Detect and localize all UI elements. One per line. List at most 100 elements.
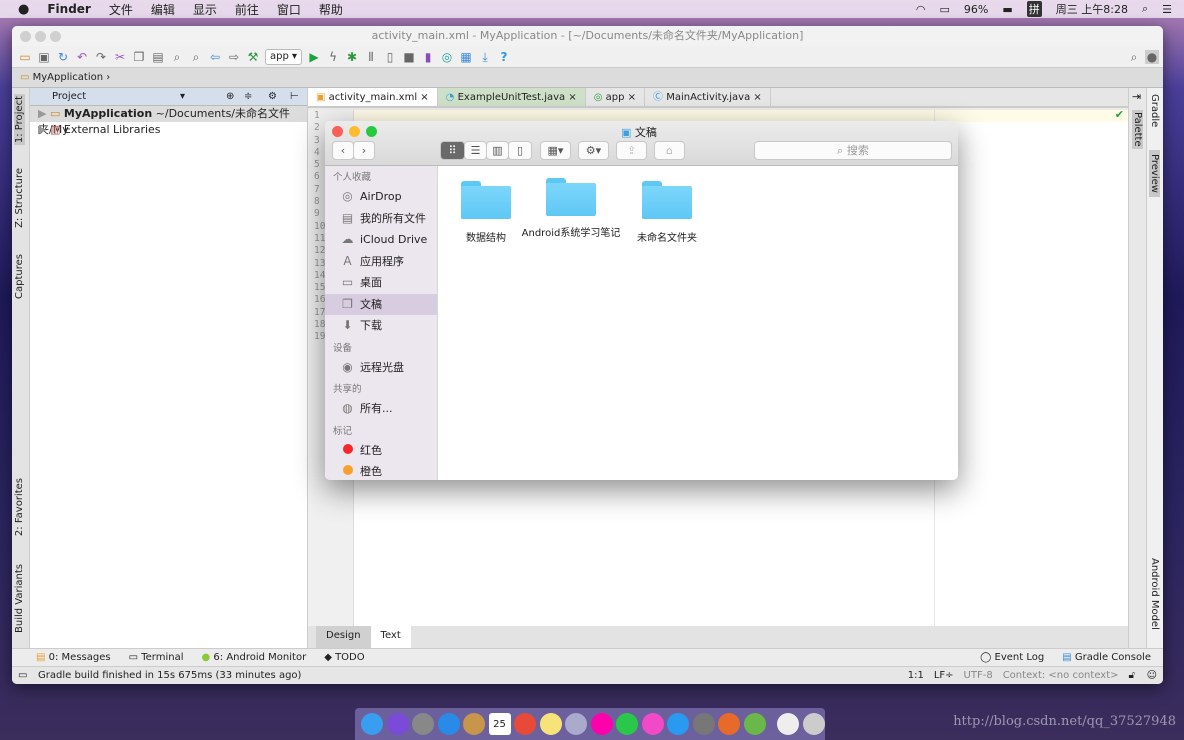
tool-gradle[interactable]: Gradle — [1149, 94, 1160, 127]
tool-android-model[interactable]: Android Model — [1149, 558, 1160, 630]
instant-run-icon[interactable]: ϟ — [326, 50, 340, 64]
pin-icon[interactable]: ⇥ — [1132, 90, 1141, 103]
android-studio-icon[interactable] — [743, 713, 766, 735]
search-everywhere-icon[interactable]: ⌕ — [1127, 50, 1141, 64]
tab-app[interactable]: ◎ app × — [586, 88, 646, 106]
tool-todo[interactable]: ◆ TODO — [324, 652, 364, 663]
arrange-button[interactable]: ▦▾ — [540, 141, 571, 160]
sdk-manager-icon[interactable]: ⤓ — [478, 50, 492, 64]
tool-event-log[interactable]: ◯ Event Log — [980, 652, 1044, 663]
stop-icon[interactable]: ■ — [402, 50, 416, 64]
tree-item-external-libraries[interactable]: ▶ ▥ External Libraries — [30, 122, 307, 138]
sidebar-item[interactable]: ▭ 桌面 — [325, 272, 437, 294]
apple-menu-icon[interactable]: ● — [18, 2, 29, 17]
tree-item-myapplication[interactable]: ▶ ▭ MyApplication ~/Documents/未命名文件夹/My — [30, 106, 307, 136]
zoom-button[interactable] — [50, 31, 61, 42]
help-icon[interactable]: ? — [497, 50, 511, 64]
tab-activity-main-xml[interactable]: ▣ activity_main.xml × — [308, 88, 438, 106]
zoom-button[interactable] — [366, 126, 377, 137]
battery-percent[interactable]: 96% — [964, 3, 988, 16]
project-view-select[interactable]: Project — [52, 91, 86, 102]
list-view-button[interactable]: ☰ — [464, 141, 487, 160]
menu-window[interactable]: 窗口 — [277, 1, 301, 18]
collapse-all-icon[interactable]: ≑ — [244, 88, 252, 106]
run-icon[interactable]: ▶ — [307, 50, 321, 64]
sidebar-item[interactable]: ◉ 远程光盘 — [325, 357, 437, 379]
tool-structure[interactable]: Z: Structure — [14, 168, 25, 228]
sidebar-item[interactable]: 橙色 — [325, 461, 437, 480]
find-icon[interactable]: ⌕ — [170, 50, 184, 64]
tool-captures[interactable]: Captures — [14, 254, 25, 299]
calendar-icon[interactable]: 25 — [488, 713, 511, 735]
action-gear-button[interactable]: ⚙▾ — [578, 141, 609, 160]
paste-icon[interactable]: ▤ — [151, 50, 165, 64]
finder-icon[interactable] — [361, 713, 383, 735]
tool-android-monitor[interactable]: ● 6: Android Monitor — [202, 652, 307, 663]
tab-design[interactable]: Design — [316, 626, 371, 648]
sidebar-item[interactable]: ◍ 所有... — [325, 398, 437, 420]
sidebar-item[interactable]: ❐ 文稿 — [325, 293, 437, 315]
safari-icon[interactable] — [437, 713, 460, 735]
siri-icon[interactable] — [386, 713, 409, 735]
tab-text[interactable]: Text — [370, 626, 411, 648]
wifi-icon[interactable]: ◠ — [916, 3, 926, 16]
folder-item[interactable]: Android系统学习笔记 — [522, 178, 620, 240]
attach-debugger-icon[interactable]: ▯ — [383, 50, 397, 64]
breadcrumb-item[interactable]: MyApplication — [33, 72, 103, 83]
tool-build-variants[interactable]: Build Variants — [14, 564, 25, 633]
preview-icon[interactable] — [565, 713, 587, 735]
notification-center-icon[interactable]: ☰ — [1162, 3, 1172, 16]
tab-main-activity[interactable]: Ⓒ MainActivity.java × — [645, 88, 771, 106]
sidebar-item[interactable]: ☁ iCloud Drive — [325, 229, 437, 251]
battery-icon[interactable]: ▬ — [1002, 3, 1012, 16]
undo-icon[interactable]: ↶ — [75, 50, 89, 64]
inspector-icon[interactable]: ☺ — [1147, 667, 1157, 684]
cut-icon[interactable]: ✂ — [113, 50, 127, 64]
tags-button[interactable]: ⌂ — [654, 141, 685, 160]
sidebar-item[interactable]: ▤ 我的所有文件 — [325, 208, 437, 230]
tool-project[interactable]: 1: Project — [14, 94, 25, 146]
replace-icon[interactable]: ⌕ — [189, 50, 203, 64]
folder-item[interactable]: 未命名文件夹 — [637, 181, 697, 245]
user-avatar-icon[interactable]: ● — [1145, 49, 1159, 64]
photos-icon[interactable] — [590, 713, 613, 735]
system-preferences-icon[interactable] — [692, 713, 715, 735]
line-separator[interactable]: LF÷ — [934, 667, 954, 684]
minimize-button[interactable] — [349, 126, 360, 137]
search-field[interactable]: ⌕ 搜索 — [754, 141, 952, 160]
copy-icon[interactable]: ❐ — [132, 50, 146, 64]
folder-item[interactable]: 数据结构 — [460, 181, 512, 245]
tool-messages[interactable]: ▤ 0: Messages — [36, 652, 111, 663]
avd-manager-icon[interactable]: ▮ — [421, 50, 435, 64]
tool-gradle-console[interactable]: ▤ Gradle Console — [1062, 652, 1151, 663]
scroll-from-source-icon[interactable]: ⊕ — [226, 88, 234, 106]
launchpad-icon[interactable] — [412, 713, 434, 735]
profile-icon[interactable]: ⫴ — [364, 50, 378, 64]
menu-help[interactable]: 帮助 — [319, 1, 343, 18]
open-icon[interactable]: ▭ — [18, 50, 32, 64]
context[interactable]: Context: <no context> — [1003, 667, 1119, 684]
menu-view[interactable]: 显示 — [193, 1, 217, 18]
chrome-icon[interactable] — [514, 713, 536, 735]
sync-icon[interactable]: ↻ — [56, 50, 70, 64]
tool-favorites[interactable]: 2: Favorites — [14, 478, 25, 536]
sync-gradle-icon[interactable]: ◎ — [440, 50, 454, 64]
project-structure-icon[interactable]: ▦ — [459, 50, 473, 64]
back-icon[interactable]: ⇦ — [208, 50, 222, 64]
facetime-icon[interactable] — [616, 713, 638, 735]
app-store-icon[interactable] — [667, 713, 689, 735]
notes-icon[interactable] — [539, 713, 562, 735]
input-method-icon[interactable]: 拼 — [1026, 1, 1042, 17]
tool-terminal[interactable]: ▭ Terminal — [129, 652, 184, 663]
icon-view-button[interactable]: ⠿ — [440, 141, 465, 160]
tool-palette[interactable]: Palette — [1132, 110, 1143, 149]
minimize-button[interactable] — [35, 31, 46, 42]
sidebar-item[interactable]: A 应用程序 — [325, 251, 437, 273]
forward-icon[interactable]: ⇨ — [227, 50, 241, 64]
downloads-stack-icon[interactable] — [777, 713, 799, 735]
build-hammer-icon[interactable]: ⚒ — [246, 50, 260, 64]
toggle-tool-windows-icon[interactable]: ▭ — [18, 667, 27, 684]
tab-example-unit-test[interactable]: ◔ ExampleUnitTest.java × — [437, 88, 586, 106]
run-config-select[interactable]: app ▾ — [265, 48, 303, 65]
app-icon[interactable] — [718, 713, 740, 735]
